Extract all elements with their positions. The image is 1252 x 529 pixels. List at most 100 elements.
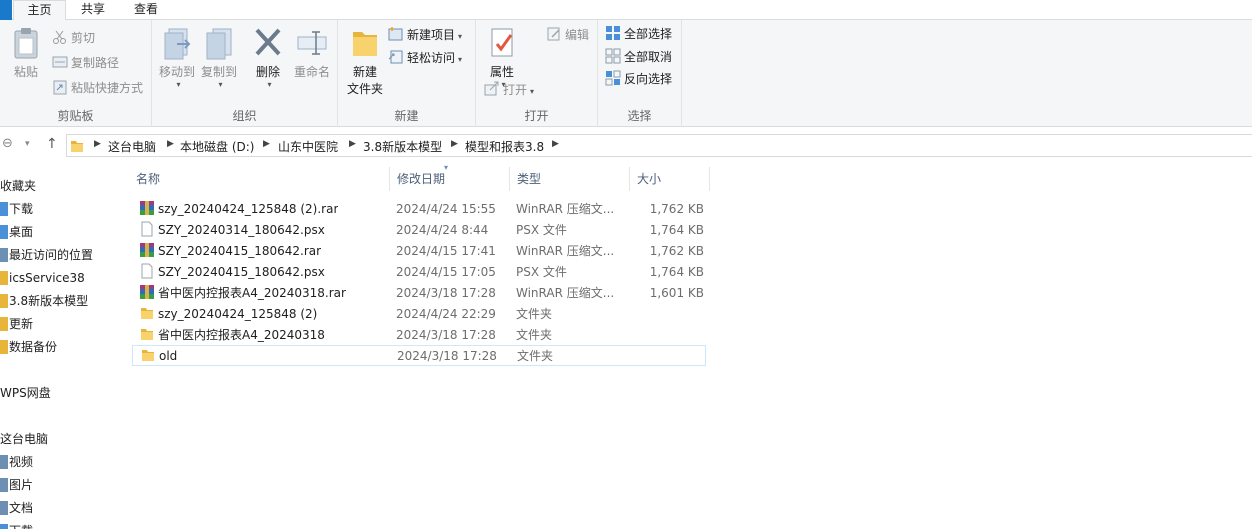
move-to-label: 移动到 [158, 65, 195, 79]
nav-item-icsservice[interactable]: icsService38 [0, 267, 85, 289]
breadcrumb-model-folder[interactable]: 3.8新版本模型 [363, 138, 442, 155]
file-date: 2024/4/24 22:29 [396, 307, 496, 321]
paste-label: 粘贴 [13, 65, 38, 79]
new-folder-button[interactable]: 新建 文件夹 [343, 26, 387, 97]
column-header-name[interactable]: 名称 [129, 167, 390, 191]
move-to-button[interactable]: 移动到 ▾ [157, 26, 197, 89]
nav-item-recent[interactable]: 最近访问的位置 [0, 244, 93, 266]
paste-shortcut-label: 粘贴快捷方式 [71, 81, 144, 95]
file-name-text: SZY_20240314_180642.psx [158, 223, 325, 237]
nav-item-downloads[interactable]: 下载 [0, 198, 33, 220]
group-open: 属性 ▾ 编辑 打开 ▾ 打开 [476, 20, 598, 127]
nav-pc-pictures[interactable]: 图片 [0, 474, 33, 496]
easy-access-label: 轻松访问 [407, 51, 456, 65]
paste-shortcut-button[interactable]: 粘贴快捷方式 [52, 78, 143, 98]
nav-item-model[interactable]: 3.8新版本模型 [0, 290, 88, 312]
breadcrumb-local-disk[interactable]: 本地磁盘 (D:) [180, 138, 254, 155]
file-row[interactable]: 省中医内控报表A4_20240318.rar 2024/3/18 17:28 Win… [132, 283, 706, 304]
open-button[interactable]: 打开 ▾ [484, 80, 534, 100]
download-icon [0, 524, 8, 529]
paste-shortcut-icon [53, 80, 67, 95]
file-size: 1,764 KB [649, 223, 704, 237]
nav-pc-documents[interactable]: 文档 [0, 497, 33, 519]
breadcrumb-separator-icon: ▶ [451, 139, 458, 149]
breadcrumb-this-pc[interactable]: 这台电脑 [108, 138, 156, 155]
rar-archive-icon [140, 201, 154, 215]
file-row[interactable]: szy_20240424_125848 (2) 2024/4/24 22:29 文件… [132, 304, 706, 325]
file-list: ▾ 名称 修改日期 类型 大小 szy_20240424_125848 (2).… [116, 163, 1252, 529]
nav-item-label: 文档 [9, 501, 34, 515]
invert-selection-button[interactable]: 反向选择 [605, 69, 672, 89]
group-label-clipboard: 剪贴板 [57, 109, 94, 123]
copy-to-button[interactable]: 复制到 ▾ [199, 26, 239, 89]
recent-dropdown-icon[interactable]: ▾ [25, 139, 30, 149]
tab-view[interactable]: 查看 [120, 0, 172, 20]
invert-selection-label: 反向选择 [624, 72, 673, 86]
rar-archive-icon [140, 285, 154, 299]
nav-item-update[interactable]: 更新 [0, 313, 33, 335]
edit-button[interactable]: 编辑 [546, 25, 589, 45]
nav-item-backup[interactable]: 数据备份 [0, 336, 57, 358]
back-icon[interactable]: ⊖ [2, 136, 13, 151]
nav-wps-drive[interactable]: WPS网盘 [0, 382, 51, 404]
nav-quick-access-label: 收藏夹 [0, 179, 37, 193]
folder-icon [353, 32, 377, 56]
file-tab[interactable] [0, 0, 12, 20]
folder-icon [0, 340, 8, 354]
column-header-date[interactable]: 修改日期 [390, 167, 510, 191]
file-row[interactable]: SZY_20240314_180642.psx 2024/4/24 8:44 PSX… [132, 220, 706, 241]
file-type: PSX 文件 [516, 265, 567, 279]
tab-share[interactable]: 共享 [68, 0, 118, 20]
group-new: 新建 文件夹 新建项目 ▾ 轻松访问 ▾ 新建 [338, 20, 476, 127]
file-date: 2024/4/24 8:44 [396, 223, 489, 237]
recent-icon [0, 248, 8, 262]
delete-icon [255, 28, 281, 56]
file-name: 省中医内控报表A4_20240318.rar [139, 283, 346, 304]
rename-button[interactable]: 重命名 [290, 26, 334, 80]
folder-icon [141, 308, 153, 319]
file-type: WinRAR 压缩文... [516, 202, 615, 216]
desktop-icon [0, 225, 8, 239]
cut-button[interactable]: 剪切 [52, 28, 95, 48]
file-row[interactable]: szy_20240424_125848 (2).rar 2024/4/24 15:… [132, 199, 706, 220]
edit-label: 编辑 [565, 28, 590, 42]
nav-this-pc[interactable]: 这台电脑 [0, 428, 48, 450]
delete-button[interactable]: 删除 ▾ [250, 26, 286, 89]
address-bar[interactable]: ▶ 这台电脑 ▶ 本地磁盘 (D:) ▶ 山东中医院 ▶ 3.8新版本模型 ▶ … [66, 134, 1252, 157]
breadcrumb-hospital[interactable]: 山东中医院 [278, 138, 338, 155]
new-item-label: 新建项目 [407, 28, 456, 42]
easy-access-button[interactable]: 轻松访问 ▾ [388, 48, 462, 68]
tab-home[interactable]: 主页 [13, 0, 66, 21]
column-header-size[interactable]: 大小 [630, 167, 710, 191]
copy-path-button[interactable]: 复制路径 [52, 53, 119, 73]
clipboard-icon [14, 28, 38, 59]
column-header-type[interactable]: 类型 [510, 167, 630, 191]
file-icon [141, 221, 153, 237]
up-arrow-icon[interactable]: ↑ [46, 136, 58, 152]
ribbon-tabs: 主页 共享 查看 [0, 0, 1252, 21]
nav-item-desktop[interactable]: 桌面 [0, 221, 33, 243]
file-name-text: szy_20240424_125848 (2).rar [158, 202, 339, 216]
breadcrumb-current[interactable]: 模型和报表3.8 [465, 138, 544, 155]
select-none-button[interactable]: 全部取消 [605, 47, 672, 67]
file-name-text: SZY_20240415_180642.rar [158, 244, 322, 258]
rename-label: 重命名 [293, 65, 330, 79]
nav-wps-label: WPS网盘 [0, 386, 51, 400]
nav-item-label: 桌面 [9, 225, 34, 239]
nav-quick-access[interactable]: 收藏夹 [0, 175, 36, 197]
move-to-icon [164, 28, 191, 60]
file-row[interactable]: SZY_20240415_180642.psx 2024/4/15 17:05 PS… [132, 262, 706, 283]
nav-item-label: 下载 [9, 524, 33, 529]
file-row[interactable]: old 2024/3/18 17:28 文件夹 [132, 345, 706, 366]
nav-pc-videos[interactable]: 视频 [0, 451, 33, 473]
file-row[interactable]: SZY_20240415_180642.rar 2024/4/15 17:41 Wi… [132, 241, 706, 262]
nav-item-label: 数据备份 [9, 340, 58, 354]
paste-button[interactable]: 粘贴 [6, 26, 46, 80]
nav-pc-downloads[interactable]: 下载 [0, 520, 33, 529]
select-all-button[interactable]: 全部选择 [605, 24, 672, 44]
file-row[interactable]: 省中医内控报表A4_20240318 2024/3/18 17:28 文件夹 [132, 325, 706, 346]
new-item-button[interactable]: 新建项目 ▾ [388, 25, 462, 45]
copy-to-label: 复制到 [200, 65, 237, 79]
properties-icon [491, 28, 513, 57]
file-size: 1,762 KB [649, 202, 704, 216]
